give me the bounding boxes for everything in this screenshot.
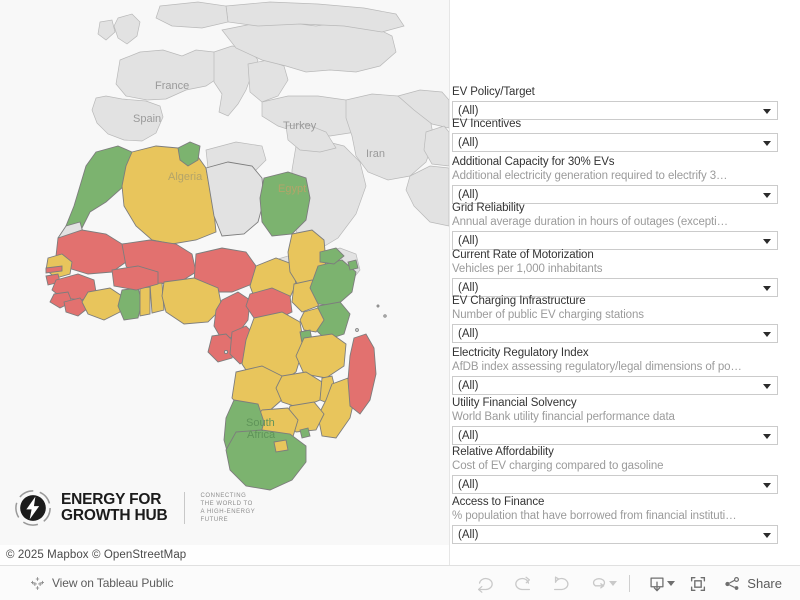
island-sao-tome bbox=[223, 349, 229, 355]
filter-subtitle: Annual average duration in hours of outa… bbox=[452, 216, 728, 228]
logo-line-1: ENERGY FOR bbox=[61, 491, 162, 508]
filter-subtitle: % population that have borrowed from fin… bbox=[452, 510, 737, 522]
tableau-toolbar: Share bbox=[466, 566, 800, 600]
filter-subtitle: AfDB index assessing regulatory/legal di… bbox=[452, 361, 742, 373]
filter-title: Access to Finance bbox=[452, 496, 545, 508]
chevron-down-icon[interactable] bbox=[763, 239, 771, 244]
filters-panel[interactable]: EV Policy/Target (All) EV Incentives (All) A… bbox=[449, 0, 800, 565]
filter-utility-financial-solvency[interactable]: Utility Financial Solvency World Bank uti… bbox=[452, 396, 778, 445]
filter-dropdown-value: (All) bbox=[458, 328, 479, 340]
filter-title: EV Incentives bbox=[452, 118, 522, 130]
filters-scroll-area[interactable]: EV Policy/Target (All) EV Incentives (All) A… bbox=[450, 0, 800, 565]
country-lesotho bbox=[273, 439, 289, 453]
bottom-toolbar: View on Tableau Public Share bbox=[0, 565, 800, 600]
filter-ev-charging-infrastructure[interactable]: EV Charging Infrastructure Number of publ… bbox=[452, 294, 778, 343]
filter-title: Current Rate of Motorization bbox=[452, 249, 594, 261]
pause-caret-icon[interactable] bbox=[609, 581, 618, 586]
filter-dropdown-value: (All) bbox=[458, 479, 479, 491]
island-aldabra bbox=[376, 304, 380, 308]
chevron-down-icon[interactable] bbox=[763, 193, 771, 198]
share-label: Share bbox=[747, 576, 782, 591]
filter-subtitle: Vehicles per 1,000 inhabitants bbox=[452, 263, 603, 275]
filter-current-rate-of-motorization[interactable]: Current Rate of Motorization Vehicles per… bbox=[452, 248, 778, 297]
logo-tagline-3: A HIGH-ENERGY bbox=[200, 509, 256, 515]
country-ghana bbox=[117, 287, 143, 321]
chevron-down-icon[interactable] bbox=[763, 286, 771, 291]
filter-dropdown[interactable]: (All) bbox=[452, 324, 778, 343]
africa-choropleth-map[interactable]: FranceSpainTurkeyIranAlgeriaEgyptSouthAf… bbox=[0, 0, 449, 565]
filter-relative-affordability[interactable]: Relative Affordability Cost of EV chargin… bbox=[452, 445, 778, 494]
country-togo bbox=[139, 286, 151, 317]
filter-subtitle: Additional electricity generation requir… bbox=[452, 170, 728, 182]
filter-title: Additional Capacity for 30% EVs bbox=[452, 156, 615, 168]
energy-for-growth-hub-logo: ENERGY FOR GROWTH HUB CONNECTING THE WOR… bbox=[14, 489, 255, 527]
fullscreen-icon[interactable] bbox=[679, 566, 717, 600]
filter-additional-capacity-for-30-evs[interactable]: Additional Capacity for 30% EVs Additiona… bbox=[452, 155, 778, 204]
filter-title: Relative Affordability bbox=[452, 446, 554, 458]
filter-title: Electricity Regulatory Index bbox=[452, 347, 589, 359]
chevron-down-icon[interactable] bbox=[763, 533, 771, 538]
chevron-down-icon[interactable] bbox=[763, 483, 771, 488]
filter-title: EV Charging Infrastructure bbox=[452, 295, 586, 307]
filter-grid-reliability[interactable]: Grid Reliability Annual average duration … bbox=[452, 201, 778, 250]
map-attribution[interactable]: © 2025 Mapbox © OpenStreetMap bbox=[0, 545, 449, 565]
filter-dropdown-value: (All) bbox=[458, 529, 479, 541]
chevron-down-icon[interactable] bbox=[763, 332, 771, 337]
filter-dropdown[interactable]: (All) bbox=[452, 525, 778, 544]
filter-dropdown-value: (All) bbox=[458, 380, 479, 392]
country-benin bbox=[149, 282, 165, 314]
filter-access-to-finance[interactable]: Access to Finance % population that have … bbox=[452, 495, 778, 544]
filter-title: Grid Reliability bbox=[452, 202, 525, 214]
share-button[interactable]: Share bbox=[717, 575, 790, 593]
chevron-down-icon[interactable] bbox=[763, 141, 771, 146]
logo-line-2: GROWTH HUB bbox=[61, 507, 168, 524]
undo-icon[interactable] bbox=[466, 566, 504, 600]
map-panel[interactable]: France Spain Turkey Iran Algeria Egypt South Af… bbox=[0, 0, 449, 565]
filter-ev-policy-target[interactable]: EV Policy/Target (All) bbox=[452, 85, 778, 120]
filter-title: EV Policy/Target bbox=[452, 86, 535, 98]
country-eswatini bbox=[299, 427, 311, 439]
filter-dropdown[interactable]: (All) bbox=[452, 475, 778, 494]
tableau-icon bbox=[31, 576, 44, 590]
filter-dropdown-value: (All) bbox=[458, 430, 479, 442]
filter-subtitle: Cost of EV charging compared to gasoline bbox=[452, 460, 664, 472]
filter-subtitle: Number of public EV charging stations bbox=[452, 309, 644, 321]
filter-dropdown-value: (All) bbox=[458, 137, 479, 149]
island-comoros bbox=[355, 328, 359, 332]
view-on-tableau-public-label: View on Tableau Public bbox=[52, 576, 174, 590]
view-on-tableau-public-link[interactable]: View on Tableau Public bbox=[30, 576, 174, 591]
logo-divider bbox=[183, 492, 185, 524]
chevron-down-icon[interactable] bbox=[763, 384, 771, 389]
filter-dropdown-value: (All) bbox=[458, 235, 479, 247]
revert-icon[interactable] bbox=[542, 566, 580, 600]
share-icon bbox=[725, 576, 740, 590]
logo-tagline-2: THE WORLD TO bbox=[200, 500, 253, 507]
chevron-down-icon[interactable] bbox=[763, 434, 771, 439]
logo-bolt-icon bbox=[15, 490, 51, 526]
logo-tagline-1: CONNECTING bbox=[200, 492, 247, 499]
filter-ev-incentives[interactable]: EV Incentives (All) bbox=[452, 117, 778, 152]
redo-icon[interactable] bbox=[504, 566, 542, 600]
filter-title: Utility Financial Solvency bbox=[452, 397, 577, 409]
filter-dropdown[interactable]: (All) bbox=[452, 376, 778, 395]
download-caret-icon[interactable] bbox=[667, 581, 676, 586]
tableau-dashboard: France Spain Turkey Iran Algeria Egypt South Af… bbox=[0, 0, 800, 600]
chevron-down-icon[interactable] bbox=[763, 109, 771, 114]
island-seychelles bbox=[383, 314, 387, 318]
filter-dropdown[interactable]: (All) bbox=[452, 426, 778, 445]
filter-dropdown[interactable]: (All) bbox=[452, 133, 778, 152]
country-djibouti bbox=[347, 259, 359, 271]
toolbar-divider bbox=[629, 575, 631, 592]
filter-electricity-regulatory-index[interactable]: Electricity Regulatory Index AfDB index a… bbox=[452, 346, 778, 395]
filter-subtitle: World Bank utility financial performance… bbox=[452, 411, 675, 423]
logo-tagline-4: FUTURE bbox=[200, 517, 229, 524]
